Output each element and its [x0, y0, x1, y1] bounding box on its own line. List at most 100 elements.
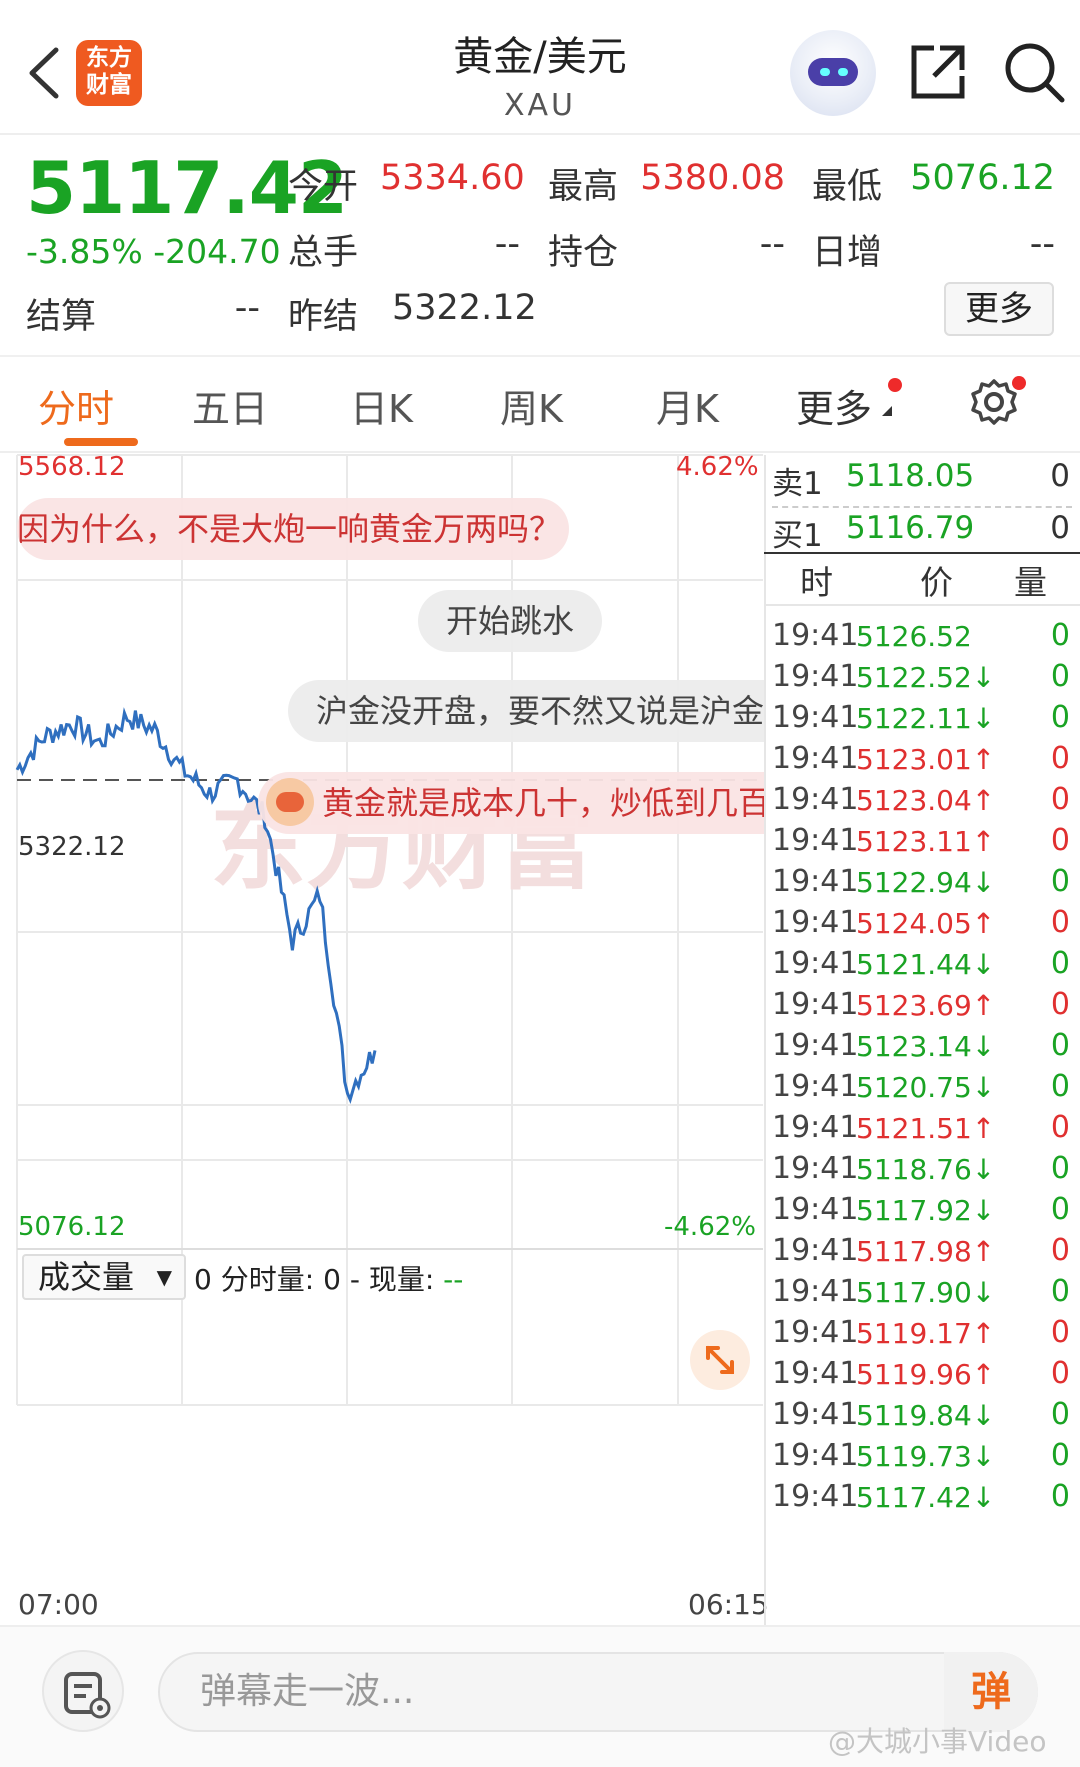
- time-start-label: 07:00: [18, 1588, 99, 1621]
- trade-time: 19:41: [772, 1151, 859, 1186]
- chart-bottom-price: 5076.12: [18, 1212, 126, 1242]
- intraday-volume-label: 分时量:: [220, 1263, 315, 1296]
- search-button[interactable]: [1002, 40, 1066, 104]
- trade-row: 19:41 5119.84↓ 0: [764, 1397, 1080, 1438]
- trade-qty: 0: [1050, 1274, 1070, 1309]
- danmu-text: 黄金就是成本几十，炒低到几百: [322, 784, 764, 822]
- corner-triangle-icon: [882, 406, 892, 416]
- trade-row: 19:41 5123.01↑ 0: [764, 741, 1080, 782]
- trade-time: 19:41: [772, 1274, 859, 1309]
- trade-time: 19:41: [772, 618, 859, 653]
- trade-price: 5119.96↑: [856, 1358, 996, 1391]
- tab-more[interactable]: 更多: [796, 378, 872, 433]
- more-quote-button[interactable]: 更多: [944, 282, 1054, 336]
- trade-price: 5121.44↓: [856, 948, 996, 981]
- current-volume-label: 现量:: [368, 1263, 435, 1296]
- chart-top-percent: 4.62%: [676, 452, 759, 482]
- trade-price: 5122.94↓: [856, 866, 996, 899]
- trades-header-divider: [764, 552, 1080, 554]
- trade-time: 19:41: [772, 1233, 859, 1268]
- trade-price: 5123.14↓: [856, 1030, 996, 1063]
- chart-bottom-percent: -4.62%: [664, 1212, 756, 1242]
- share-button[interactable]: [908, 42, 968, 102]
- trade-qty: 0: [1050, 1151, 1070, 1186]
- assistant-robot-button[interactable]: [790, 30, 876, 116]
- robot-eye-icon: [838, 68, 848, 76]
- trade-price: 5126.52: [856, 620, 972, 653]
- trade-qty: 0: [1050, 823, 1070, 858]
- notification-dot: [888, 378, 902, 392]
- trade-time: 19:41: [772, 700, 859, 735]
- trade-price: 5117.90↓: [856, 1276, 996, 1309]
- volume-indicator-select[interactable]: 成交量 ▼: [22, 1254, 186, 1300]
- trade-time: 19:41: [772, 1397, 859, 1432]
- chart-settings-button[interactable]: [970, 378, 1018, 426]
- current-volume-value: --: [443, 1263, 464, 1296]
- time-end-label: 06:15: [688, 1588, 769, 1621]
- danmu-settings-button[interactable]: [42, 1650, 124, 1732]
- trade-time: 19:41: [772, 1192, 859, 1227]
- danmu-settings-icon: [64, 1672, 111, 1719]
- trade-qty: 0: [1050, 1479, 1070, 1514]
- trade-row: 19:41 5119.73↓ 0: [764, 1438, 1080, 1479]
- trades-header-qty: 量: [1014, 563, 1047, 602]
- danmu-comment[interactable]: 因为什么，不是大炮一响黄金万两吗？: [17, 498, 569, 560]
- trade-qty: 0: [1050, 782, 1070, 817]
- trade-row: 19:41 5126.52 0: [764, 618, 1080, 659]
- trade-row: 19:41 5117.98↑ 0: [764, 1233, 1080, 1274]
- buy1-qty: 0: [1050, 510, 1070, 546]
- intraday-volume-value: 0: [323, 1263, 341, 1296]
- expand-icon: [706, 1346, 734, 1374]
- trade-qty: 0: [1050, 1315, 1070, 1350]
- trade-qty: 0: [1050, 946, 1070, 981]
- trade-row: 19:41 5117.90↓ 0: [764, 1274, 1080, 1315]
- trade-time: 19:41: [772, 782, 859, 817]
- volume-info-prefix: 0: [194, 1263, 212, 1296]
- low-value: 5076.12: [910, 158, 1055, 198]
- trade-time: 19:41: [772, 1479, 859, 1514]
- trade-time: 19:41: [772, 1315, 859, 1350]
- search-icon: [1005, 43, 1065, 103]
- trade-price: 5117.42↓: [856, 1481, 996, 1514]
- trades-header-price: 价: [920, 563, 953, 602]
- danmu-comment[interactable]: 开始跳水: [418, 590, 603, 652]
- trade-row: 19:41 5122.94↓ 0: [764, 864, 1080, 905]
- chart-divider: [17, 1248, 763, 1250]
- trade-time: 19:41: [772, 1028, 859, 1063]
- trade-time: 19:41: [772, 864, 859, 899]
- user-avatar-icon: [266, 778, 314, 826]
- expand-chart-button[interactable]: [690, 1330, 750, 1390]
- send-danmu-label: 弹: [971, 1669, 1011, 1715]
- trade-time: 19:41: [772, 987, 859, 1022]
- sell1-price: 5118.05: [846, 458, 975, 494]
- trade-qty: 0: [1050, 905, 1070, 940]
- trade-price: 5119.84↓: [856, 1399, 996, 1432]
- volume-select-label: 成交量: [38, 1258, 135, 1296]
- robot-eye-icon: [820, 68, 830, 76]
- danmu-comment[interactable]: 黄金就是成本几十，炒低到几百: [258, 772, 764, 834]
- trade-row: 19:41 5119.17↑ 0: [764, 1315, 1080, 1356]
- trade-qty: 0: [1050, 1438, 1070, 1473]
- trade-price: 5117.92↓: [856, 1194, 996, 1227]
- volume-info: 0 分时量: 0 - 现量: --: [194, 1258, 463, 1298]
- trade-row: 19:41 5120.75↓ 0: [764, 1069, 1080, 1110]
- trade-qty: 0: [1050, 700, 1070, 735]
- daily-increase-label: 日增: [812, 233, 883, 273]
- sell1-label: 卖1: [772, 466, 823, 502]
- trade-row: 19:41 5117.42↓ 0: [764, 1479, 1080, 1520]
- trade-time: 19:41: [772, 946, 859, 981]
- danmu-comment[interactable]: 沪金没开盘，要不然又说是沪金: [288, 680, 764, 742]
- trade-time: 19:41: [772, 1069, 859, 1104]
- settings-notification-dot: [1012, 376, 1026, 390]
- trade-price: 5123.69↑: [856, 989, 996, 1022]
- trade-time: 19:41: [772, 741, 859, 776]
- trade-qty: 0: [1050, 618, 1070, 653]
- trade-qty: 0: [1050, 1028, 1070, 1063]
- orderbook-divider: [772, 506, 1072, 508]
- weibo-watermark: @大城小事Video: [828, 1725, 1047, 1758]
- trade-row: 19:41 5119.96↑ 0: [764, 1356, 1080, 1397]
- trade-qty: 0: [1050, 1397, 1070, 1432]
- trade-price: 5118.76↓: [856, 1153, 996, 1186]
- trade-time: 19:41: [772, 1438, 859, 1473]
- trade-price: 5122.52↓: [856, 661, 996, 694]
